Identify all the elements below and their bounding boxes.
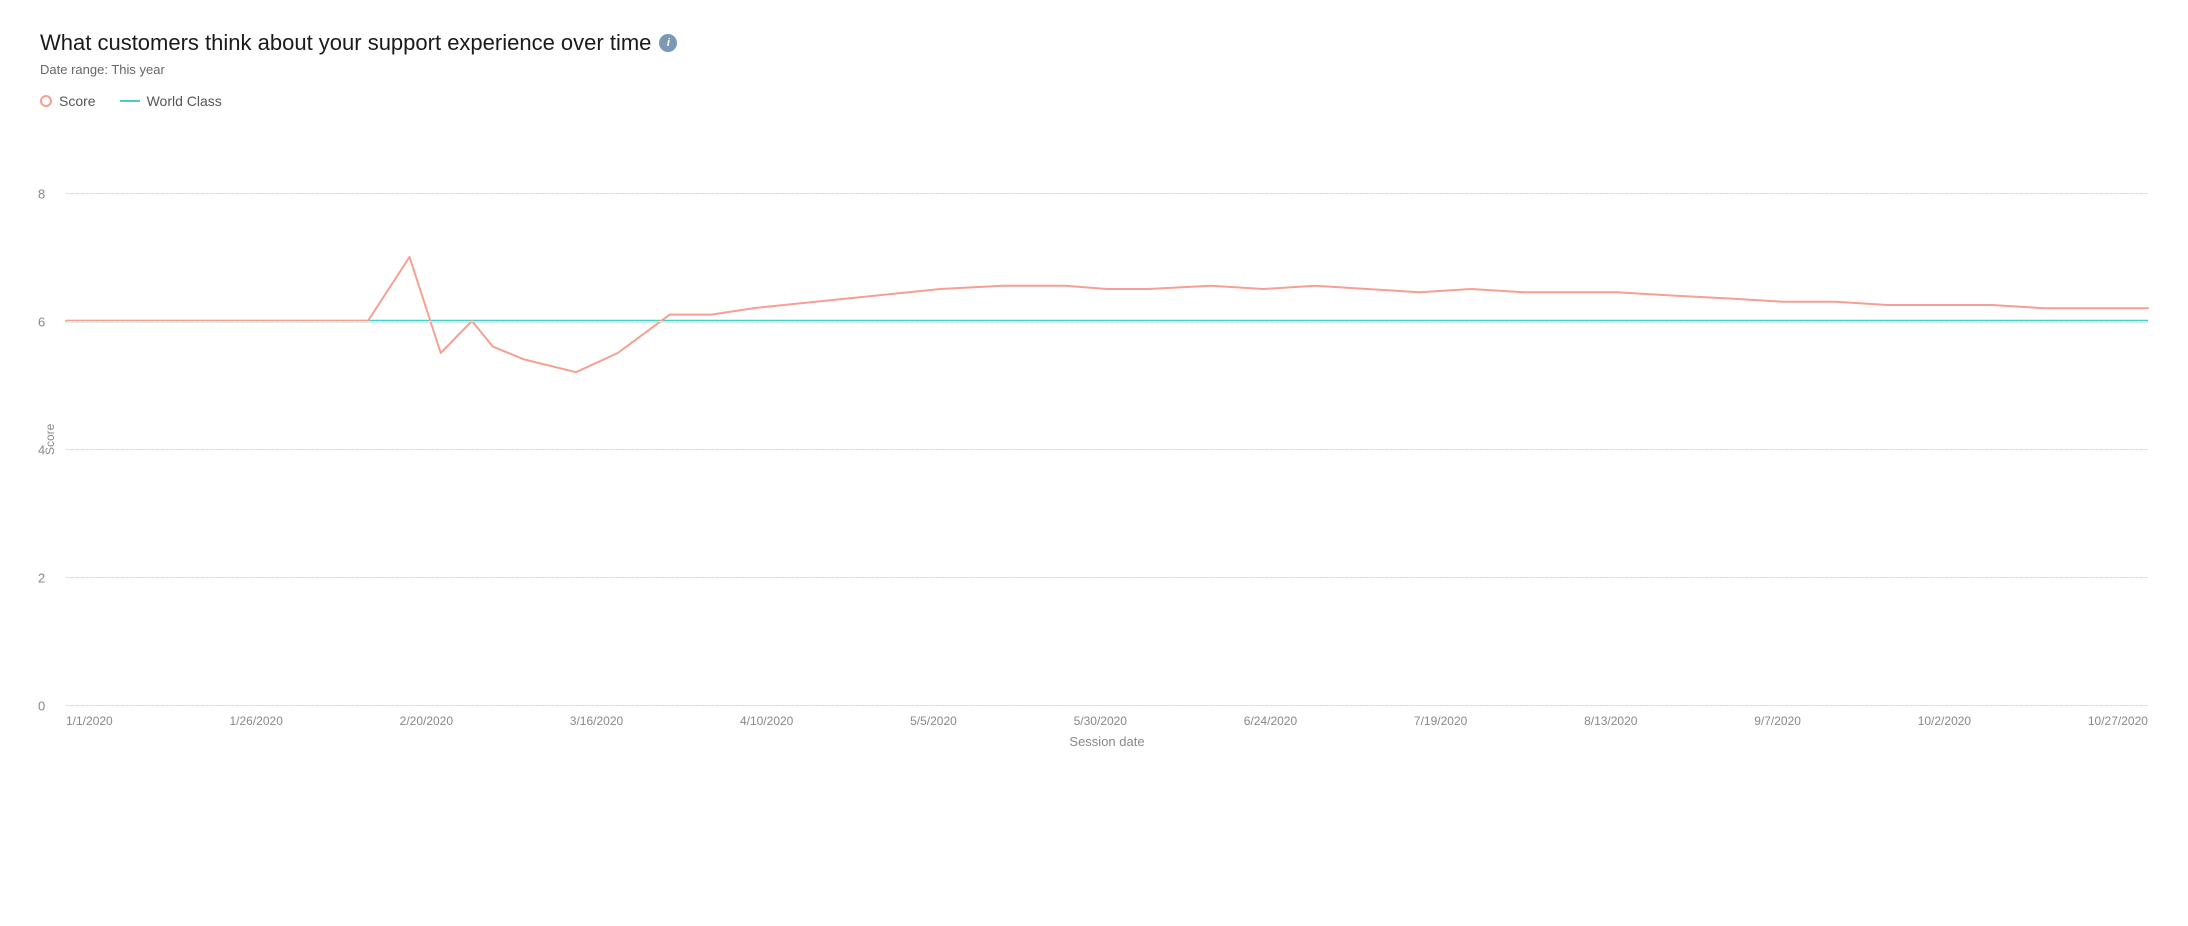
chart-title-text: What customers think about your support …	[40, 30, 651, 56]
legend-world-class: World Class	[120, 93, 222, 109]
x-axis-title: Session date	[66, 734, 2148, 749]
x-tick-label: 4/10/2020	[740, 714, 793, 728]
grid-line: 0	[66, 705, 2148, 706]
grid-line: 6	[66, 321, 2148, 322]
info-icon[interactable]: i	[659, 34, 677, 52]
y-tick-label: 6	[38, 315, 45, 330]
grid-and-plot: 0 2 4 6 8	[66, 129, 2148, 705]
x-tick-label: 1/26/2020	[229, 714, 282, 728]
chart-svg	[66, 129, 2148, 705]
x-tick-label: 10/27/2020	[2088, 714, 2148, 728]
x-tick-label: 6/24/2020	[1244, 714, 1297, 728]
date-range: Date range: This year	[40, 62, 2148, 77]
chart-title: What customers think about your support …	[40, 30, 2148, 56]
x-tick-label: 2/20/2020	[400, 714, 453, 728]
chart-wrapper: Score 0 2 4 6 8 1/1/2020 1/26/2020 2/20/2020 3/…	[40, 129, 2148, 749]
legend: Score World Class	[40, 93, 2148, 109]
chart-area: 0 2 4 6 8 1/1/2020 1/26/2020 2/20/2020 3/16/202…	[66, 129, 2148, 749]
grid-line: 4	[66, 449, 2148, 450]
x-tick-label: 1/1/2020	[66, 714, 113, 728]
x-tick-label: 8/13/2020	[1584, 714, 1637, 728]
y-axis-label: Score	[40, 129, 60, 749]
x-tick-label: 9/7/2020	[1754, 714, 1801, 728]
chart-container: What customers think about your support …	[40, 30, 2148, 749]
y-tick-label: 2	[38, 571, 45, 586]
grid-line: 2	[66, 577, 2148, 578]
grid-line: 8	[66, 193, 2148, 194]
x-axis: 1/1/2020 1/26/2020 2/20/2020 3/16/2020 4/10/…	[66, 705, 2148, 728]
x-tick-label: 5/5/2020	[910, 714, 957, 728]
y-tick-label: 0	[38, 699, 45, 714]
y-tick-label: 8	[38, 187, 45, 202]
world-class-legend-label: World Class	[147, 93, 222, 109]
date-range-label: Date range:	[40, 62, 108, 77]
world-class-legend-icon	[120, 100, 140, 102]
x-tick-label: 7/19/2020	[1414, 714, 1467, 728]
date-range-value: This year	[111, 62, 164, 77]
x-tick-label: 5/30/2020	[1074, 714, 1127, 728]
x-tick-label: 3/16/2020	[570, 714, 623, 728]
legend-score: Score	[40, 93, 96, 109]
score-legend-label: Score	[59, 93, 96, 109]
score-legend-icon	[40, 95, 52, 107]
x-tick-label: 10/2/2020	[1918, 714, 1971, 728]
y-tick-label: 4	[38, 443, 45, 458]
